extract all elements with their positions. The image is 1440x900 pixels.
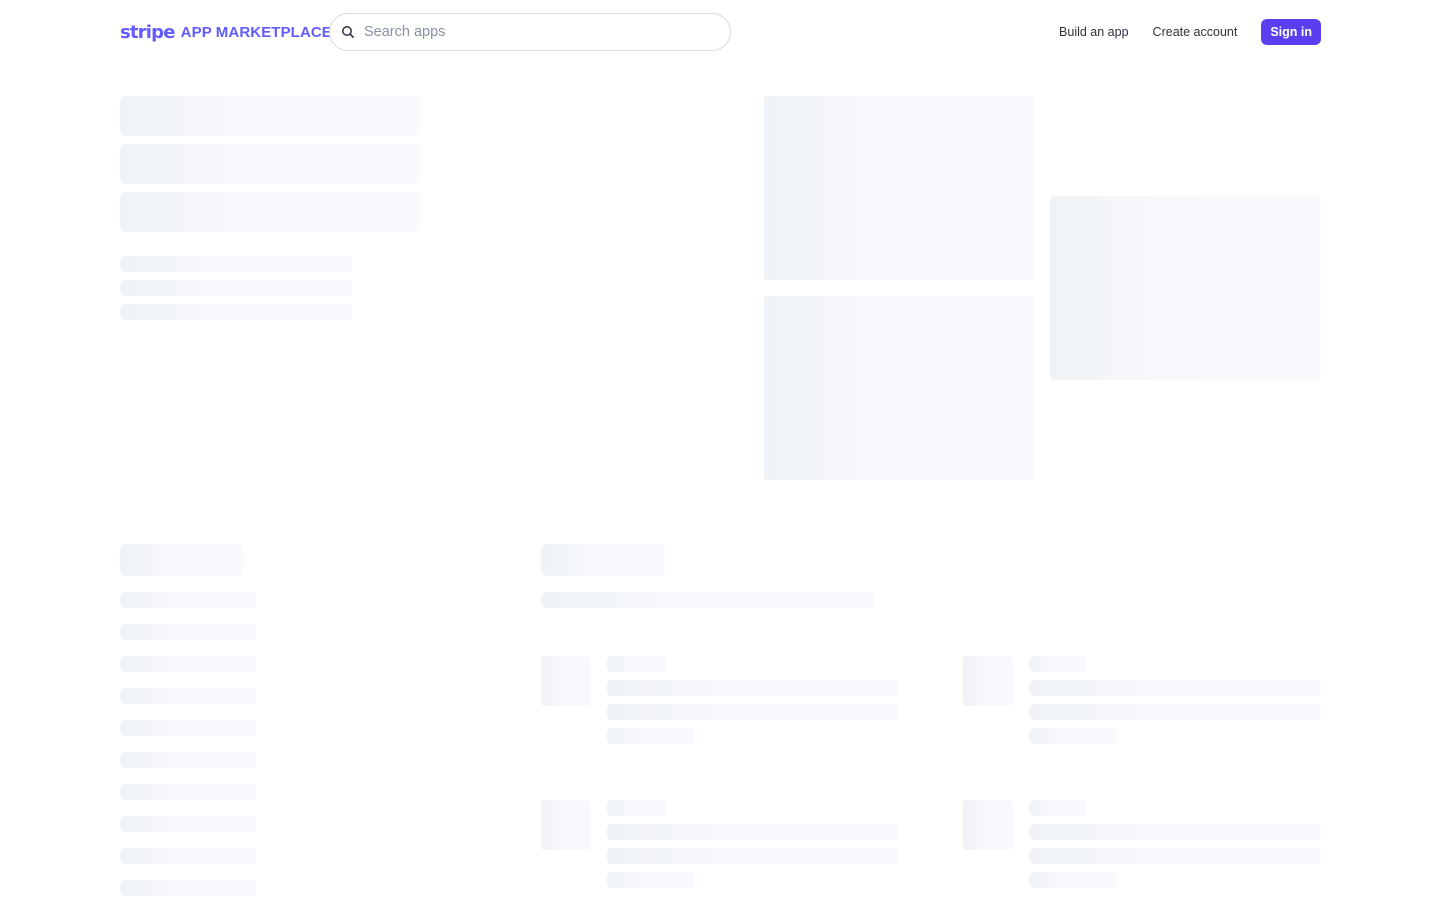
- app-marketplace-page: stripe APP MARKETPLACE Build an app Crea…: [0, 0, 1440, 900]
- sidebar-item-skeleton: [120, 688, 256, 704]
- app-icon-skeleton: [963, 800, 1013, 850]
- app-name-skeleton: [607, 800, 666, 816]
- search-input[interactable]: [364, 14, 704, 50]
- section-title-skeleton: [541, 544, 664, 576]
- app-name-skeleton: [1029, 656, 1087, 672]
- app-meta-skeleton: [607, 872, 695, 888]
- search-icon: [341, 25, 355, 39]
- app-icon-skeleton: [963, 656, 1013, 706]
- hero-image-skeleton: [764, 296, 1034, 480]
- app-description-skeleton: [607, 704, 899, 720]
- sidebar-item-skeleton: [120, 656, 256, 672]
- app-description-skeleton: [607, 824, 899, 840]
- section-subtitle-skeleton: [541, 592, 875, 608]
- top-header: stripe APP MARKETPLACE Build an app Crea…: [0, 0, 1440, 64]
- app-name-skeleton: [1029, 800, 1087, 816]
- app-description-skeleton: [1029, 680, 1320, 696]
- search-box[interactable]: [329, 13, 731, 51]
- sidebar-item-skeleton: [120, 848, 256, 864]
- hero-title-skeleton-line: [120, 96, 420, 136]
- app-name-skeleton: [607, 656, 666, 672]
- app-description-skeleton: [607, 680, 899, 696]
- sidebar-item-skeleton: [120, 592, 256, 608]
- app-meta-skeleton: [1029, 728, 1116, 744]
- header-nav: Build an app Create account Sign in: [1059, 19, 1321, 45]
- marketplace-logo[interactable]: stripe APP MARKETPLACE: [120, 18, 332, 46]
- app-description-skeleton: [1029, 848, 1320, 864]
- hero-image-skeleton: [764, 96, 1034, 280]
- app-icon-skeleton: [541, 656, 591, 706]
- hero-title-skeleton-line: [120, 144, 420, 184]
- hero-text-skeleton-line: [120, 304, 352, 320]
- hero-title-skeleton-line: [120, 192, 420, 232]
- sidebar-heading-skeleton: [120, 544, 243, 576]
- create-account-link[interactable]: Create account: [1153, 25, 1238, 39]
- hero-text-skeleton-line: [120, 256, 352, 272]
- app-description-skeleton: [1029, 824, 1320, 840]
- sign-in-button[interactable]: Sign in: [1261, 19, 1321, 45]
- hero-image-skeleton: [1050, 196, 1320, 380]
- sidebar-item-skeleton: [120, 880, 256, 896]
- app-icon-skeleton: [541, 800, 591, 850]
- sidebar-item-skeleton: [120, 752, 256, 768]
- app-description-skeleton: [607, 848, 899, 864]
- sidebar-item-skeleton: [120, 624, 256, 640]
- sidebar-item-skeleton: [120, 720, 256, 736]
- sidebar-item-skeleton: [120, 784, 256, 800]
- app-meta-skeleton: [607, 728, 695, 744]
- sidebar-item-skeleton: [120, 816, 256, 832]
- stripe-wordmark: stripe: [120, 21, 175, 43]
- app-meta-skeleton: [1029, 872, 1116, 888]
- build-an-app-link[interactable]: Build an app: [1059, 25, 1129, 39]
- app-description-skeleton: [1029, 704, 1320, 720]
- hero-text-skeleton-line: [120, 280, 352, 296]
- marketplace-label: APP MARKETPLACE: [180, 23, 332, 41]
